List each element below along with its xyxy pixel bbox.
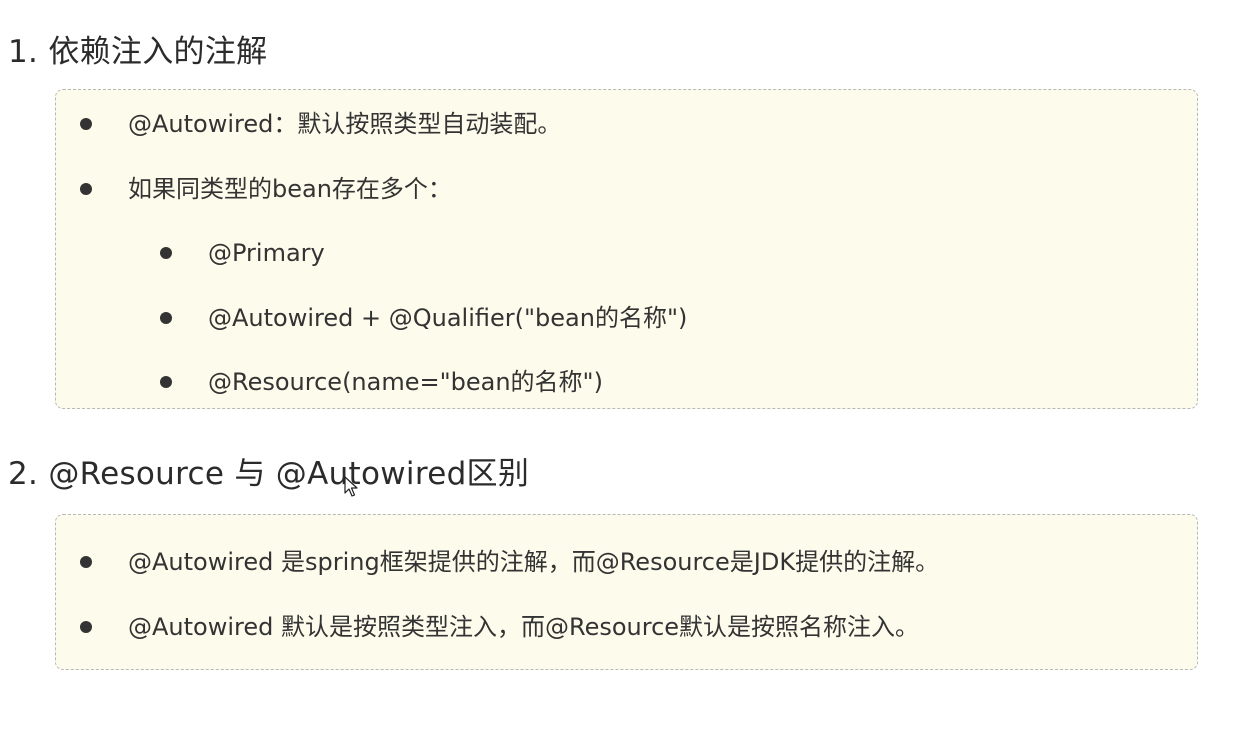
- bullet-icon: [80, 556, 92, 568]
- list-item-text: @Autowired：默认按照类型自动装配。: [128, 110, 562, 138]
- bullet-icon: [80, 183, 92, 195]
- section-2-heading: 2. @Resource 与 @Autowired区别: [8, 456, 530, 492]
- list-item-text: 如果同类型的bean存在多个：: [128, 175, 452, 203]
- bullet-icon: [160, 312, 172, 324]
- bullet-icon: [80, 118, 92, 130]
- section-1-heading: 1. 依赖注入的注解: [8, 34, 268, 70]
- list-item-text: @Autowired 默认是按照类型注入，而@Resource默认是按照名称注入…: [128, 613, 920, 641]
- list-item-text: @Autowired + @Qualifier("bean的名称"): [208, 304, 688, 332]
- section-1-box: @Autowired：默认按照类型自动装配。 如果同类型的bean存在多个： @…: [55, 89, 1198, 409]
- list-item-text: @Primary: [208, 239, 325, 267]
- bullet-icon: [160, 247, 172, 259]
- document-page: 1. 依赖注入的注解 @Autowired：默认按照类型自动装配。 如果同类型的…: [0, 0, 1238, 732]
- section-2-box: @Autowired 是spring框架提供的注解，而@Resource是JDK…: [55, 514, 1198, 670]
- list-item-text: @Resource(name="bean的名称"): [208, 368, 603, 396]
- mouse-pointer-icon: [344, 476, 358, 497]
- bullet-icon: [80, 621, 92, 633]
- bullet-icon: [160, 376, 172, 388]
- list-item-text: @Autowired 是spring框架提供的注解，而@Resource是JDK…: [128, 548, 940, 576]
